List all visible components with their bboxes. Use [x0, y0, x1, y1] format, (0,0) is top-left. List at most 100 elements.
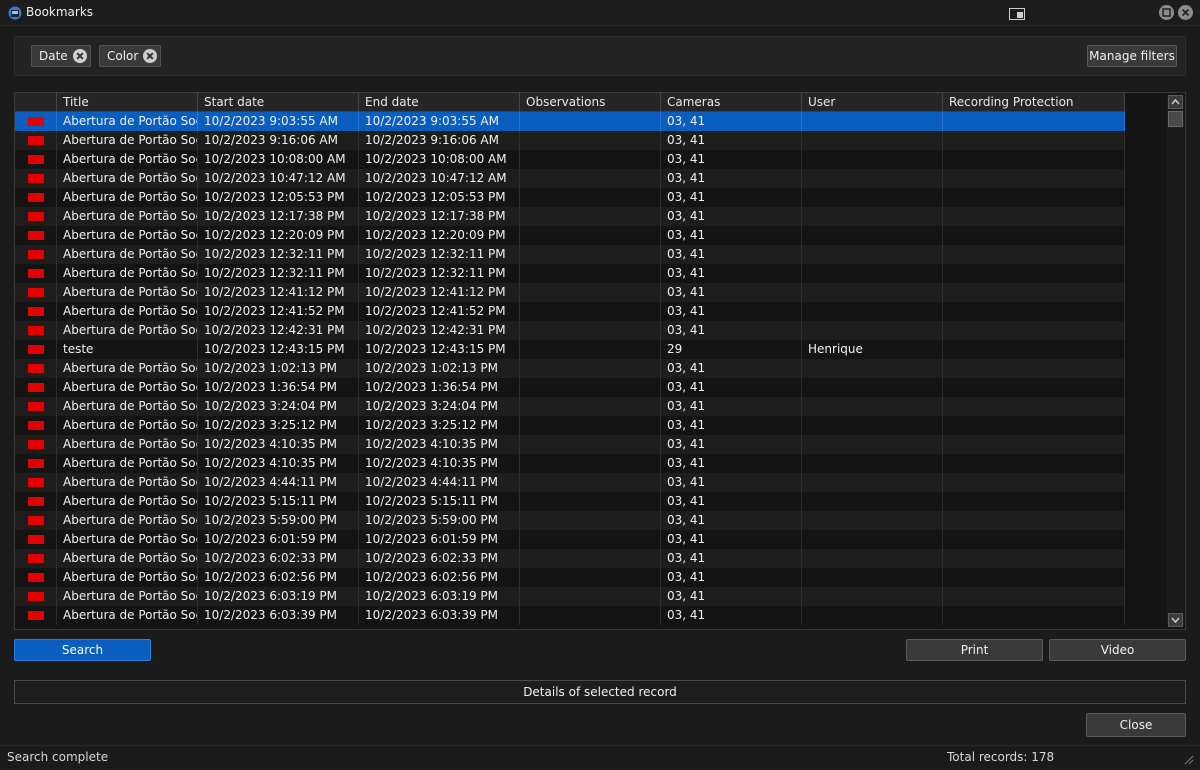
- filter-chip-color[interactable]: Color: [99, 45, 162, 67]
- cell-protection: [943, 530, 1125, 549]
- close-icon: [1181, 8, 1190, 17]
- bookmark-color-swatch: [28, 212, 44, 221]
- table-row[interactable]: Abertura de Portão Social10/2/2023 6:02:…: [15, 568, 1125, 587]
- table-row[interactable]: Abertura de Portão Social10/2/2023 6:01:…: [15, 530, 1125, 549]
- window-title: Bookmarks: [26, 5, 94, 19]
- table-row[interactable]: Abertura de Portão Social10/2/2023 12:05…: [15, 188, 1125, 207]
- bookmark-color-swatch: [28, 402, 44, 411]
- table-header: Title Start date End date Observations Camer…: [15, 93, 1125, 112]
- table-row[interactable]: Abertura de Portão Social10/2/2023 12:32…: [15, 245, 1125, 264]
- header-start-date[interactable]: Start date: [198, 93, 359, 112]
- cell-observations: [520, 245, 661, 264]
- cell-user: [802, 454, 943, 473]
- cell-cameras: 03, 41: [661, 226, 802, 245]
- color-cell: [15, 606, 57, 625]
- header-color[interactable]: [15, 93, 57, 112]
- table-row[interactable]: Abertura de Portão Social10/2/2023 3:24:…: [15, 397, 1125, 416]
- table-row[interactable]: Abertura de Portão Social10/2/2023 4:10:…: [15, 454, 1125, 473]
- header-cameras[interactable]: Cameras: [661, 93, 802, 112]
- cell-start: 10/2/2023 12:05:53 PM: [198, 188, 359, 207]
- scroll-up-button[interactable]: [1168, 95, 1183, 109]
- table-row[interactable]: Abertura de Portão Social10/2/2023 12:42…: [15, 321, 1125, 340]
- cell-observations: [520, 131, 661, 150]
- table-row[interactable]: Abertura de Portão Social10/2/2023 10:47…: [15, 169, 1125, 188]
- table-row[interactable]: Abertura de Portão Social10/2/2023 5:59:…: [15, 511, 1125, 530]
- cell-cameras: 03, 41: [661, 321, 802, 340]
- cell-cameras: 03, 41: [661, 587, 802, 606]
- table-row[interactable]: Abertura de Portão Social10/2/2023 9:03:…: [15, 112, 1125, 131]
- table-row[interactable]: Abertura de Portão Social10/2/2023 4:44:…: [15, 473, 1125, 492]
- bookmark-color-swatch: [28, 136, 44, 145]
- table-row[interactable]: Abertura de Portão Social10/2/2023 10:08…: [15, 150, 1125, 169]
- color-cell: [15, 397, 57, 416]
- scroll-down-button[interactable]: [1168, 613, 1183, 627]
- table-row[interactable]: Abertura de Portão Social10/2/2023 3:25:…: [15, 416, 1125, 435]
- header-end-date[interactable]: End date: [359, 93, 520, 112]
- table-row[interactable]: Abertura de Portão Social10/2/2023 12:17…: [15, 207, 1125, 226]
- color-cell: [15, 435, 57, 454]
- cell-start: 10/2/2023 12:42:31 PM: [198, 321, 359, 340]
- cell-end: 10/2/2023 6:03:19 PM: [359, 587, 520, 606]
- header-title[interactable]: Title: [57, 93, 198, 112]
- table-row[interactable]: Abertura de Portão Social10/2/2023 6:02:…: [15, 549, 1125, 568]
- restore-button[interactable]: [1159, 5, 1174, 20]
- filter-chip-date[interactable]: Date: [31, 45, 91, 67]
- table-row[interactable]: Abertura de Portão Social10/2/2023 12:41…: [15, 302, 1125, 321]
- cell-user: [802, 169, 943, 188]
- details-toggle[interactable]: Details of selected record: [14, 680, 1186, 704]
- cell-start: 10/2/2023 6:02:56 PM: [198, 568, 359, 587]
- search-button[interactable]: Search: [14, 639, 151, 661]
- cell-protection: [943, 454, 1125, 473]
- table-row[interactable]: Abertura de Portão Social10/2/2023 6:03:…: [15, 587, 1125, 606]
- bookmarks-table[interactable]: Title Start date End date Observations Camer…: [14, 92, 1186, 630]
- cell-cameras: 03, 41: [661, 378, 802, 397]
- remove-filter-icon[interactable]: [72, 49, 87, 63]
- table-row[interactable]: Abertura de Portão Social10/2/2023 5:15:…: [15, 492, 1125, 511]
- cell-title: Abertura de Portão Social: [57, 302, 198, 321]
- scroll-thumb[interactable]: [1168, 111, 1183, 127]
- table-row[interactable]: Abertura de Portão Social10/2/2023 1:36:…: [15, 378, 1125, 397]
- table-row[interactable]: teste 10/2/2023 12:43:15 PM 10/2/2023 12:4…: [15, 340, 1125, 359]
- remove-filter-icon[interactable]: [143, 49, 158, 63]
- cell-end: 10/2/2023 12:17:38 PM: [359, 207, 520, 226]
- table-row[interactable]: Abertura de Portão Social10/2/2023 12:41…: [15, 283, 1125, 302]
- video-button[interactable]: Video: [1049, 639, 1186, 661]
- cell-protection: [943, 150, 1125, 169]
- cell-cameras: 03, 41: [661, 169, 802, 188]
- table-row[interactable]: Abertura de Portão Social10/2/2023 9:16:…: [15, 131, 1125, 150]
- cell-title: Abertura de Portão Social: [57, 606, 198, 625]
- print-button[interactable]: Print: [906, 639, 1043, 661]
- cell-start: 10/2/2023 5:59:00 PM: [198, 511, 359, 530]
- table-row[interactable]: Abertura de Portão Social10/2/2023 4:10:…: [15, 435, 1125, 454]
- cell-start: 10/2/2023 6:03:39 PM: [198, 606, 359, 625]
- bookmark-color-swatch: [28, 554, 44, 563]
- cell-end: 10/2/2023 3:24:04 PM: [359, 397, 520, 416]
- table-row[interactable]: Abertura de Portão Social10/2/2023 12:32…: [15, 264, 1125, 283]
- vertical-scrollbar[interactable]: [1167, 95, 1184, 627]
- table-row[interactable]: Abertura de Portão Social10/2/2023 1:02:…: [15, 359, 1125, 378]
- cell-protection: [943, 492, 1125, 511]
- bookmark-color-swatch: [28, 117, 44, 126]
- bookmark-color-swatch: [28, 497, 44, 506]
- cell-end: 10/2/2023 4:10:35 PM: [359, 454, 520, 473]
- window-close-button[interactable]: [1178, 5, 1193, 20]
- bookmark-color-swatch: [28, 573, 44, 582]
- header-user[interactable]: User: [802, 93, 943, 112]
- title-bar: Bookmarks: [0, 0, 1200, 26]
- cell-cameras: 29: [661, 340, 802, 359]
- close-button[interactable]: Close: [1086, 713, 1186, 737]
- undock-icon[interactable]: [1009, 8, 1025, 20]
- manage-filters-button[interactable]: Manage filters: [1087, 45, 1177, 67]
- table-row[interactable]: Abertura de Portão Social10/2/2023 12:20…: [15, 226, 1125, 245]
- cell-protection: [943, 112, 1125, 131]
- table-row[interactable]: Abertura de Portão Social10/2/2023 6:03:…: [15, 606, 1125, 625]
- cell-protection: [943, 207, 1125, 226]
- header-recording-protection[interactable]: Recording Protection: [943, 93, 1125, 112]
- cell-user: [802, 321, 943, 340]
- color-cell: [15, 511, 57, 530]
- cell-user: [802, 302, 943, 321]
- bookmark-color-swatch: [28, 364, 44, 373]
- resize-grip-icon[interactable]: [1182, 753, 1194, 765]
- bookmark-color-swatch: [28, 440, 44, 449]
- header-observations[interactable]: Observations: [520, 93, 661, 112]
